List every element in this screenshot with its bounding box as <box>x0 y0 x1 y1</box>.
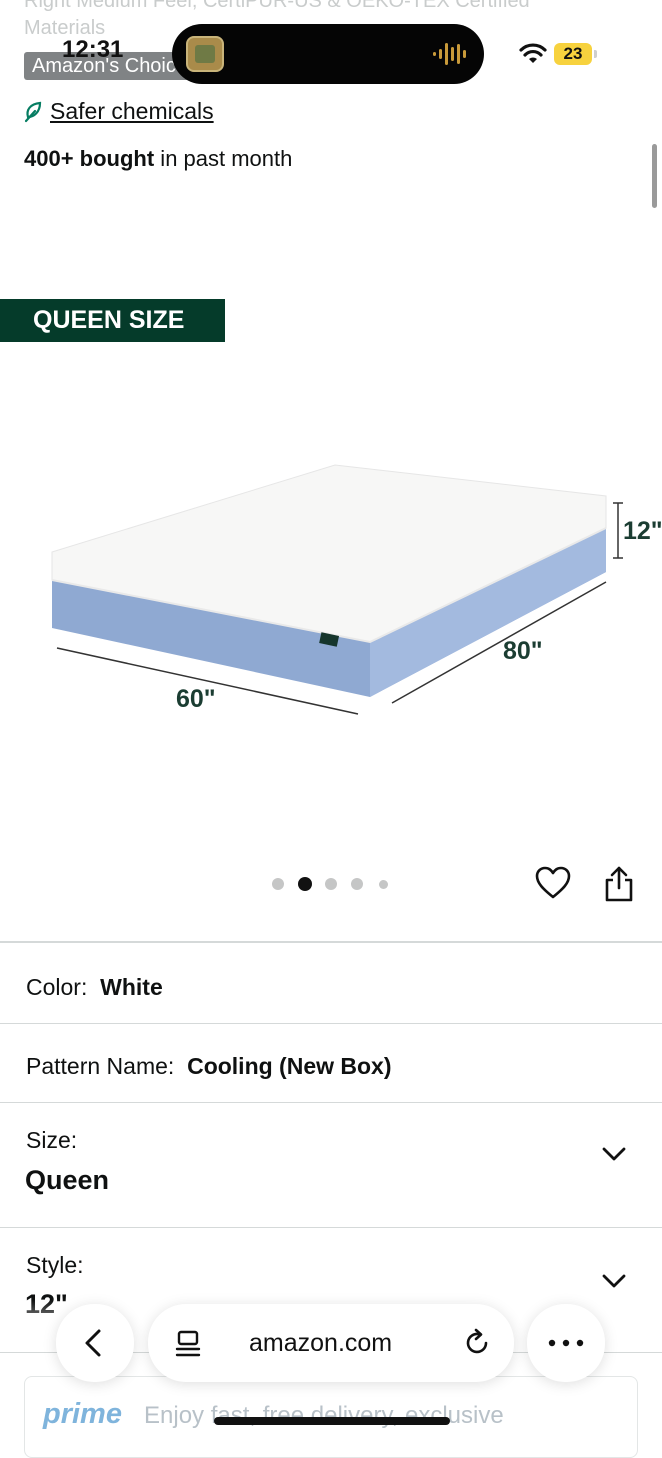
prime-banner-text: Enjoy fast, free delivery, exclusive <box>144 1402 504 1429</box>
size-value[interactable]: Queen <box>25 1165 109 1196</box>
more-options-button[interactable] <box>527 1304 605 1382</box>
pattern-label: Pattern Name: <box>26 1053 175 1079</box>
row-divider <box>0 1023 662 1024</box>
wifi-icon <box>519 43 547 63</box>
battery-indicator: 23 <box>554 43 592 65</box>
prime-logo: prime <box>43 1398 122 1430</box>
more-dots-icon <box>548 1339 584 1347</box>
now-playing-artwork-icon <box>186 36 224 72</box>
address-bar[interactable]: amazon.com <box>148 1304 514 1382</box>
carousel-dot-4[interactable] <box>351 878 363 890</box>
bought-in-past-month: 400+ bought in past month <box>24 146 292 172</box>
height-dimension-label: 12" <box>623 517 662 545</box>
chevron-left-icon <box>85 1329 101 1357</box>
carousel-dot-3[interactable] <box>325 878 337 890</box>
length-dimension-label: 80" <box>503 637 543 665</box>
carousel-dot-1[interactable] <box>272 878 284 890</box>
width-dimension-label: 60" <box>176 685 216 713</box>
status-time: 12:31 <box>62 36 124 63</box>
back-button[interactable] <box>56 1304 134 1382</box>
bought-suffix: in past month <box>154 146 293 171</box>
bought-count: 400+ bought <box>24 146 155 171</box>
safer-chemicals-link[interactable]: Safer chemicals <box>24 98 214 125</box>
battery-nub <box>594 50 597 58</box>
share-icon[interactable] <box>603 866 635 902</box>
size-label: Size: <box>26 1127 78 1153</box>
leaf-icon <box>24 101 42 122</box>
url-text[interactable]: amazon.com <box>249 1329 392 1358</box>
tabs-overview-icon[interactable] <box>175 1330 201 1358</box>
carousel-dot-5[interactable] <box>379 880 388 889</box>
color-label: Color: <box>26 974 88 1000</box>
carousel-dot-2[interactable] <box>298 877 312 891</box>
color-variation-row[interactable]: Color: White <box>26 974 163 1001</box>
style-chevron-down-icon[interactable] <box>600 1271 628 1291</box>
heart-icon[interactable] <box>535 866 571 900</box>
row-divider <box>0 1102 662 1103</box>
reload-icon[interactable] <box>462 1328 492 1358</box>
style-label: Style: <box>26 1252 84 1278</box>
product-image-mattress[interactable] <box>0 440 662 740</box>
safer-chemicals-label: Safer chemicals <box>50 98 214 124</box>
row-divider <box>0 1227 662 1228</box>
pattern-value: Cooling (New Box) <box>187 1053 392 1079</box>
size-chevron-down-icon[interactable] <box>600 1144 628 1164</box>
section-divider <box>0 941 662 943</box>
audio-wave-icon <box>433 43 466 65</box>
pattern-variation-row[interactable]: Pattern Name: Cooling (New Box) <box>26 1053 392 1080</box>
color-value: White <box>100 974 163 1000</box>
queen-size-tag: QUEEN SIZE <box>0 299 225 342</box>
home-indicator[interactable] <box>214 1417 450 1425</box>
title-fragment: Right Medium Feel, CertiPUR-US & OEKO-TE… <box>24 0 530 12</box>
scrollbar[interactable] <box>652 144 657 208</box>
